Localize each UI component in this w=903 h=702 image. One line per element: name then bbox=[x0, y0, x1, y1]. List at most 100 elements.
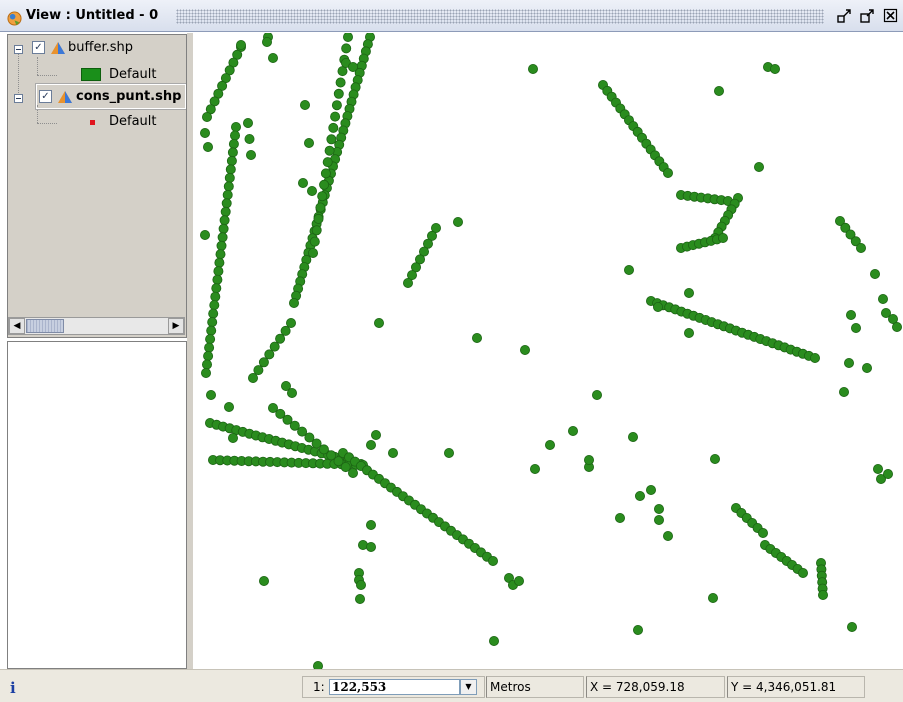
map-point bbox=[201, 359, 212, 370]
map-point bbox=[259, 576, 270, 587]
collapse-icon[interactable] bbox=[14, 45, 23, 54]
collapse-icon[interactable] bbox=[14, 94, 23, 103]
map-point bbox=[653, 503, 664, 514]
toc-horizontal-scrollbar[interactable]: ◀ ▶ bbox=[8, 317, 185, 335]
map-point bbox=[226, 155, 237, 166]
map-point bbox=[443, 447, 454, 458]
point-layer-icon bbox=[58, 91, 72, 103]
app-globe-icon bbox=[7, 11, 22, 26]
map-point bbox=[201, 112, 212, 123]
map-point bbox=[343, 33, 353, 42]
map-point bbox=[262, 37, 273, 47]
layer-toc-panel[interactable]: ✓ buffer.shp Default ✓ cons_punt.shp Def… bbox=[7, 34, 187, 338]
layer-visibility-checkbox[interactable]: ✓ bbox=[39, 90, 52, 103]
map-point bbox=[335, 77, 346, 88]
map-point bbox=[202, 142, 213, 153]
map-point bbox=[228, 139, 239, 150]
layer-name: buffer.shp bbox=[68, 40, 133, 55]
map-point bbox=[328, 122, 339, 133]
units-field: Metros bbox=[486, 676, 584, 698]
map-point bbox=[218, 223, 229, 234]
map-point bbox=[488, 636, 499, 647]
map-point bbox=[714, 86, 725, 97]
map-point bbox=[231, 122, 242, 133]
map-point bbox=[204, 342, 215, 353]
map-point bbox=[355, 580, 366, 591]
map-point bbox=[754, 161, 765, 172]
map-point bbox=[627, 431, 638, 442]
map-point bbox=[354, 594, 365, 605]
layer-row-buffer[interactable]: ✓ buffer.shp bbox=[8, 39, 186, 59]
close-icon[interactable] bbox=[883, 8, 899, 24]
map-point bbox=[209, 300, 220, 311]
map-point bbox=[365, 519, 376, 530]
map-point bbox=[373, 317, 384, 328]
map-point bbox=[213, 266, 224, 277]
map-point bbox=[275, 333, 286, 344]
map-point bbox=[341, 43, 352, 54]
map-canvas[interactable] bbox=[193, 33, 903, 669]
map-point bbox=[214, 257, 225, 268]
scroll-left-arrow-icon[interactable]: ◀ bbox=[9, 318, 25, 334]
legend-row-cons-punt: Default bbox=[8, 113, 186, 133]
layer-visibility-checkbox[interactable]: ✓ bbox=[32, 41, 45, 54]
legend-row-buffer: Default bbox=[8, 66, 186, 86]
map-point bbox=[243, 118, 254, 129]
map-point bbox=[653, 514, 664, 525]
map-point bbox=[632, 625, 643, 636]
map-point bbox=[313, 213, 324, 224]
map-point bbox=[333, 88, 344, 99]
map-point bbox=[205, 389, 216, 400]
view-window-titlebar[interactable]: View : Untitled - 0 bbox=[0, 0, 903, 32]
map-point bbox=[851, 322, 862, 333]
map-point bbox=[810, 352, 821, 363]
map-point bbox=[211, 283, 222, 294]
status-bar: i 1: 122,553 ▼ Metros X = 728,059.18 Y =… bbox=[0, 669, 903, 702]
scroll-thumb[interactable] bbox=[26, 319, 64, 333]
map-point bbox=[583, 454, 594, 465]
map-point bbox=[289, 297, 300, 308]
scale-input[interactable]: 122,553 bbox=[329, 679, 460, 695]
map-point bbox=[365, 541, 376, 552]
map-point bbox=[878, 293, 889, 304]
map-point bbox=[856, 242, 867, 253]
map-point bbox=[216, 240, 227, 251]
map-point bbox=[320, 168, 331, 179]
map-point bbox=[487, 556, 498, 567]
map-point bbox=[519, 344, 530, 355]
map-point bbox=[315, 202, 326, 213]
map-point bbox=[224, 172, 235, 183]
map-point bbox=[662, 167, 673, 178]
map-point bbox=[331, 100, 342, 111]
map-point bbox=[258, 357, 269, 368]
map-point bbox=[527, 63, 538, 74]
map-point bbox=[870, 268, 881, 279]
legend-label: Default bbox=[109, 114, 157, 129]
map-point bbox=[219, 215, 230, 226]
layer-row-cons-punt[interactable]: ✓ cons_punt.shp bbox=[8, 88, 186, 108]
map-point bbox=[215, 249, 226, 260]
map-point bbox=[818, 590, 829, 601]
map-point bbox=[208, 308, 219, 319]
scroll-right-arrow-icon[interactable]: ▶ bbox=[168, 318, 184, 334]
restore-icon[interactable] bbox=[836, 8, 852, 24]
map-point bbox=[248, 372, 259, 383]
map-point bbox=[207, 317, 218, 328]
info-icon: i bbox=[10, 679, 16, 697]
maximize-icon[interactable] bbox=[859, 8, 875, 24]
map-point bbox=[326, 134, 337, 145]
map-point bbox=[225, 164, 236, 175]
map-point bbox=[307, 185, 318, 196]
map-point bbox=[222, 189, 233, 200]
map-point bbox=[365, 439, 376, 450]
map-point bbox=[223, 181, 234, 192]
map-point bbox=[844, 357, 855, 368]
map-point bbox=[264, 349, 275, 360]
map-point bbox=[452, 216, 463, 227]
map-point bbox=[513, 576, 524, 587]
locator-map-panel[interactable] bbox=[7, 341, 187, 669]
map-point bbox=[544, 439, 555, 450]
map-point bbox=[710, 453, 721, 464]
map-point bbox=[322, 157, 333, 168]
chevron-down-icon[interactable]: ▼ bbox=[460, 679, 477, 695]
